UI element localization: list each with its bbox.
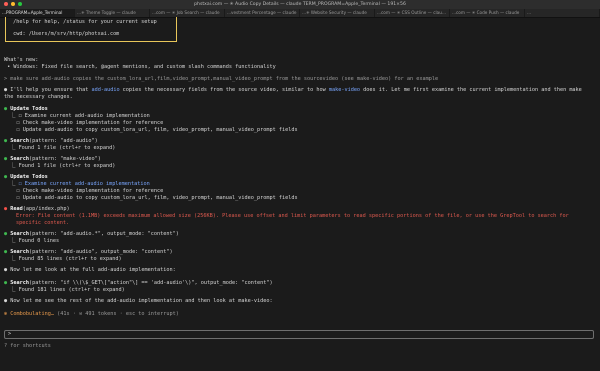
tool-result: Found 85 lines (ctrl+r to expand) <box>18 256 122 262</box>
todos-title: Update Todos <box>10 106 48 112</box>
prompt-symbol: > <box>8 331 12 337</box>
search-3-result: ⎿ Found 0 lines <box>4 238 60 244</box>
assistant-message-1: ● I'll help you ensure that add-audio co… <box>4 87 589 101</box>
tool-args: (pattern: "make-video") <box>29 156 101 162</box>
todo-item: ☐ Check make-video implementation for re… <box>4 120 164 127</box>
bullet-icon: ● <box>4 267 8 273</box>
todos-1-title: ● Update Todos <box>4 106 48 113</box>
tool-result: Found 0 lines <box>18 238 60 244</box>
prompt-input[interactable]: > <box>4 330 594 339</box>
todos-2-title: ● Update Todos <box>4 174 48 181</box>
zoom-button[interactable] <box>18 2 22 6</box>
message-1: ● Now let me look at the full add-audio … <box>4 267 176 274</box>
window-titlebar: phstxai.com — ✳ Audio Copy Details — cla… <box>0 0 600 9</box>
search-2: ● Search(pattern: "make-video") <box>4 156 101 163</box>
tool-name: Search <box>10 231 29 237</box>
assistant-text: Now let me look at the full add-audio im… <box>10 267 176 273</box>
tab-7[interactable]: ...com — ✳ Code Push — claude <box>450 9 525 17</box>
search-1-result: ⎿ Found 1 file (ctrl+r to expand) <box>4 145 116 151</box>
window-controls <box>4 2 22 6</box>
status-dot-icon: ● <box>4 106 8 112</box>
welcome-box: /help for help, /status for your current… <box>5 17 177 42</box>
spinner-icon: ✻ <box>4 311 8 317</box>
tool-result: Found 1 file (ctrl+r to expand) <box>18 163 116 169</box>
tool-name: Search <box>10 138 29 144</box>
error-dot-icon: ● <box>4 206 8 212</box>
todo-text: ☐ Check make-video implementation for re… <box>16 120 164 126</box>
tool-result: Found 1 file (ctrl+r to expand) <box>18 145 116 151</box>
todo-item: ☐ Check make-video implementation for re… <box>4 188 164 195</box>
todo-text-active: ☐ Examine current add-audio implementati… <box>18 181 150 187</box>
tab-1[interactable]: ...PROGRAM=Apple_Terminal <box>0 9 75 17</box>
tool-args: (pattern: "add-audio", output_mode: "con… <box>29 249 173 255</box>
todo-text: ☐ Update add-audio to copy custom_lora_u… <box>16 127 298 133</box>
minimize-button[interactable] <box>11 2 15 6</box>
todo-text: ☐ Check make-video implementation for re… <box>16 188 164 194</box>
window-title: phstxai.com — ✳ Audio Copy Details — cla… <box>194 2 406 7</box>
search-4: ● Search(pattern: "add-audio", output_mo… <box>4 249 173 256</box>
tool-args: (pattern: "if \\(\$_GET\["action"\] == '… <box>29 280 273 286</box>
tab-6[interactable]: ...com — ✳ CSS Outline — claude <box>375 9 450 17</box>
status-word: Combobulating… <box>10 311 54 317</box>
status-detail: (41s · ⚒ 491 tokens · esc to interrupt) <box>53 311 179 317</box>
tool-name: Search <box>10 156 29 162</box>
user-prompt: > make sure add-audio copies the custom_… <box>4 76 439 82</box>
status-dot-icon: ● <box>4 156 8 162</box>
tab-8[interactable]: ... <box>525 9 600 17</box>
tool-name: Search <box>10 249 29 255</box>
tool-args: (pattern: "add-audio") <box>29 138 98 144</box>
status-dot-icon: ● <box>4 249 8 255</box>
todo-item: ⎿ ☐ Examine current add-audio implementa… <box>4 181 150 187</box>
terminal-content: /help for help, /status for your current… <box>4 17 596 42</box>
todo-item: ☐ Update add-audio to copy custom_lora_u… <box>4 127 298 134</box>
whats-new-item: • Windows: Fixed file search, @agent men… <box>4 64 276 70</box>
tool-name: Read <box>10 206 23 212</box>
search-4-result: ⎿ Found 85 lines (ctrl+r to expand) <box>4 256 122 262</box>
tool-result: Found 181 lines (ctrl+r to expand) <box>18 287 125 293</box>
tab-2[interactable]: ...✳ Theme Toggle — claude <box>75 9 150 17</box>
inline-code: make-video <box>328 87 361 93</box>
tab-5[interactable]: ...✳ Website Security — claude <box>300 9 375 17</box>
bullet-icon: ● <box>4 298 8 304</box>
message-2: ● Now let me see the rest of the add-aud… <box>4 298 273 305</box>
help-text: /help for help, /status for your current… <box>10 19 157 25</box>
tool-args: (pattern: "add-audio.*", output_mode: "c… <box>29 231 179 237</box>
cwd-text: cwd: /Users/m/srv/http/photxai.com <box>10 31 120 37</box>
shortcut-hint: ? for shortcuts <box>4 343 51 349</box>
read-1-error: Error: File content (1.1MB) exceeds maxi… <box>16 213 569 226</box>
status-dot-icon: ● <box>4 138 8 144</box>
read-1: ● Read(app/index.php) <box>4 206 70 213</box>
todo-item: ⎿ ☐ Examine current add-audio implementa… <box>4 113 150 119</box>
search-5: ● Search(pattern: "if \\(\$_GET\["action… <box>4 280 273 287</box>
todo-text: ☐ Update add-audio to copy custom_lora_u… <box>16 195 298 201</box>
search-2-result: ⎿ Found 1 file (ctrl+r to expand) <box>4 163 116 169</box>
assistant-text: copies the necessary fields from the sou… <box>119 87 329 93</box>
close-button[interactable] <box>4 2 8 6</box>
assistant-text: I'll help you ensure that <box>10 87 92 93</box>
tab-4[interactable]: ...vestment Percentage — claude <box>225 9 300 17</box>
assistant-text: Now let me see the rest of the add-audio… <box>10 298 273 304</box>
search-1: ● Search(pattern: "add-audio") <box>4 138 98 145</box>
tool-args: (app/index.php) <box>22 206 70 212</box>
status-dot-icon: ● <box>4 231 8 237</box>
tool-name: Search <box>10 280 29 286</box>
todo-text: ☐ Examine current add-audio implementati… <box>18 113 150 119</box>
tab-3[interactable]: ...com — ✳ Job Search — claude <box>150 9 225 17</box>
status-dot-icon: ● <box>4 174 8 180</box>
search-5-result: ⎿ Found 181 lines (ctrl+r to expand) <box>4 287 125 293</box>
bullet-icon: ● <box>4 87 8 93</box>
search-3: ● Search(pattern: "add-audio.*", output_… <box>4 231 179 238</box>
whats-new-heading: What's new: <box>4 57 39 63</box>
todo-item: ☐ Update add-audio to copy custom_lora_u… <box>4 195 298 202</box>
todos-title: Update Todos <box>10 174 48 180</box>
inline-code: add-audio <box>91 87 120 93</box>
status-line: ✻ Combobulating… (41s · ⚒ 491 tokens · e… <box>4 311 179 318</box>
status-dot-icon: ● <box>4 280 8 286</box>
